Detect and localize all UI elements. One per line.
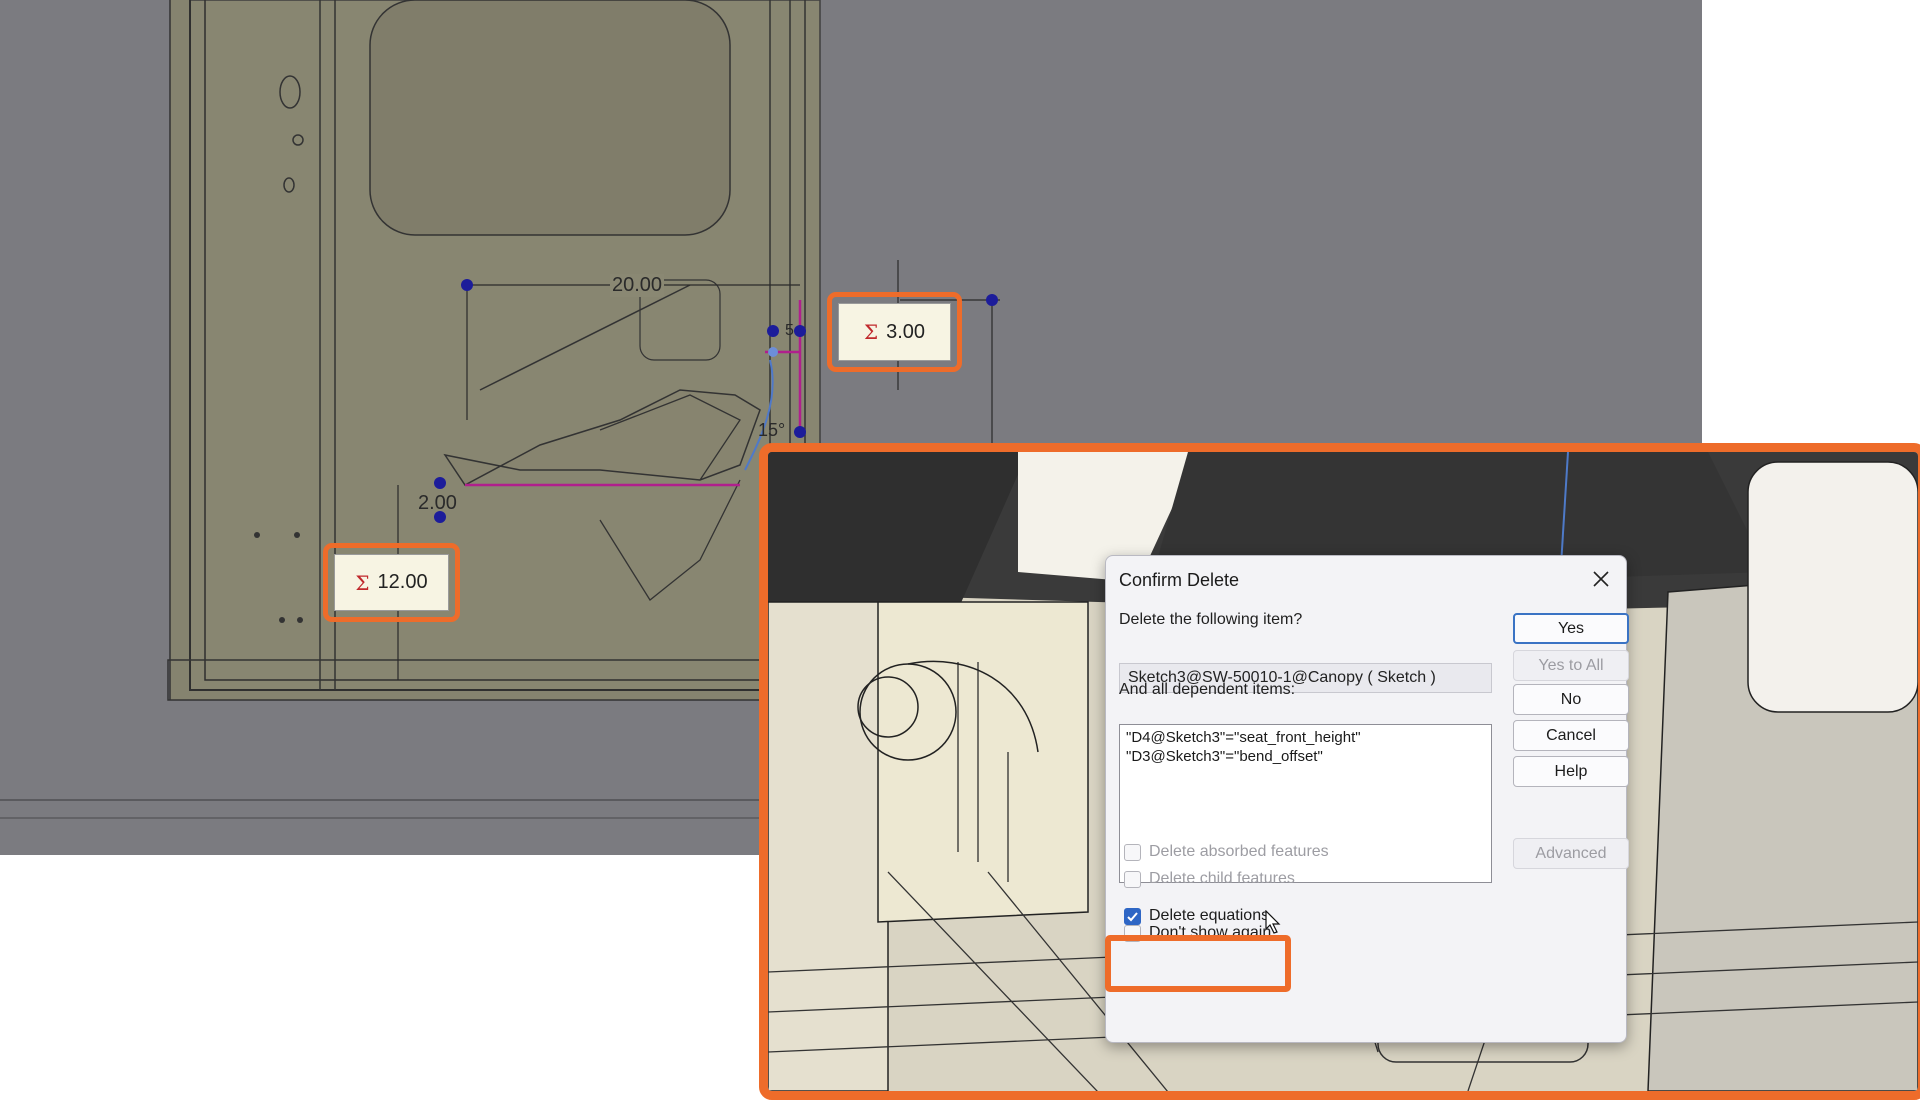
list-item[interactable]: "D3@Sketch3"="bend_offset" <box>1126 747 1485 766</box>
no-button[interactable]: No <box>1513 684 1629 715</box>
delete-absorbed-features-option[interactable]: Delete absorbed features <box>1124 843 1329 861</box>
help-button[interactable]: Help <box>1513 756 1629 787</box>
equations-checkbox[interactable] <box>1124 907 1141 925</box>
sigma-icon: Σ <box>863 320 879 344</box>
zoomed-inset-panel: Confirm Delete Delete the following item… <box>759 443 1920 1100</box>
child-checkbox[interactable] <box>1124 870 1141 888</box>
equation-callout-seat-front-height[interactable]: Σ 12.00 <box>323 543 460 622</box>
delete-equations-highlight <box>1105 935 1291 992</box>
equation-dimension-box[interactable]: Σ 3.00 <box>838 303 951 361</box>
equations-label: Delete equations <box>1149 907 1270 924</box>
absorbed-checkbox[interactable] <box>1124 843 1141 861</box>
child-label: Delete child features <box>1149 870 1295 887</box>
delete-child-features-option[interactable]: Delete child features <box>1124 870 1295 888</box>
equation-dimension-box[interactable]: Σ 12.00 <box>334 554 449 611</box>
dimension-small[interactable]: 5 <box>785 322 794 340</box>
close-button[interactable] <box>1584 562 1618 596</box>
cancel-button[interactable]: Cancel <box>1513 720 1629 751</box>
advanced-button[interactable]: Advanced <box>1513 838 1629 869</box>
dialog-title: Confirm Delete <box>1119 570 1240 590</box>
dimension-height[interactable]: 2.00 <box>418 492 457 515</box>
absorbed-label: Delete absorbed features <box>1149 843 1329 860</box>
equation-callout-bend-offset[interactable]: Σ 3.00 <box>827 292 962 372</box>
equation-value: 3.00 <box>886 320 926 343</box>
list-item[interactable]: "D4@Sketch3"="seat_front_height" <box>1126 728 1485 747</box>
checkmark-icon <box>1127 911 1138 921</box>
delete-question-label: Delete the following item? <box>1119 611 1303 628</box>
dependents-label: And all dependent items: <box>1119 681 1296 698</box>
yes-to-all-button[interactable]: Yes to All <box>1513 650 1629 681</box>
close-icon <box>1593 571 1609 587</box>
dimension-width[interactable]: 20.00 <box>610 274 665 297</box>
equation-value: 12.00 <box>377 571 428 593</box>
dimension-angle[interactable]: 15° <box>758 420 785 441</box>
sigma-icon: Σ <box>355 570 370 595</box>
yes-button[interactable]: Yes <box>1513 613 1629 644</box>
